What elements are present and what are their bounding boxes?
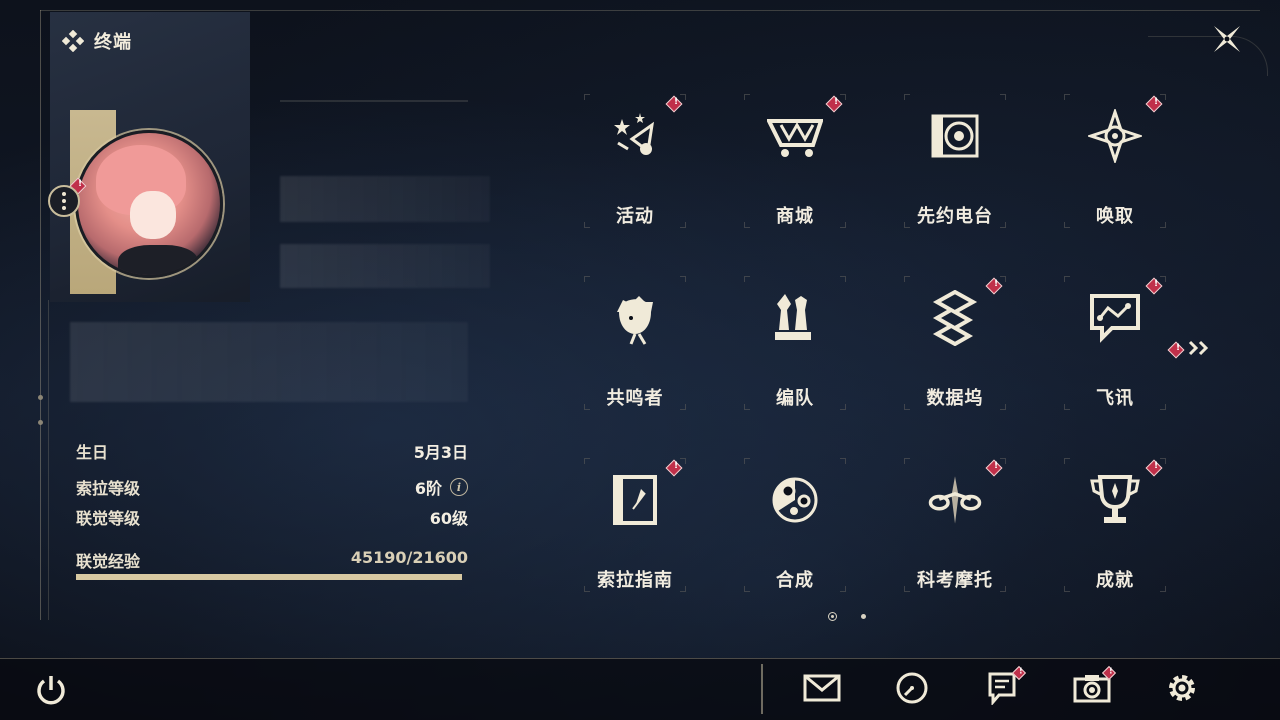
tile-label: 编队 [776, 388, 814, 409]
frame-left-line-inner [48, 300, 49, 620]
tile-motorbike[interactable]: 科考摩托 [904, 458, 1006, 592]
sola-level-label: 索拉等级 [76, 479, 141, 498]
bottom-divider [761, 664, 763, 714]
camera-icon [1073, 673, 1111, 707]
double-chevron-right-icon [1188, 340, 1210, 360]
tile-resonators[interactable]: 共鸣者 [584, 276, 686, 410]
motorbike-icon [927, 472, 983, 528]
tile-shop[interactable]: 商城 [744, 94, 846, 228]
message-bubble-icon [1087, 290, 1143, 346]
convene-star-icon [1087, 108, 1143, 164]
close-x-icon [1210, 22, 1244, 60]
sola-level-value-group: 6阶 i [415, 475, 468, 499]
trophy-icon [1087, 472, 1143, 528]
sync-exp-row: 联觉经验 45190/21600 [76, 548, 468, 572]
sync-level-value: 60级 [429, 509, 468, 528]
frame-top-line [40, 10, 1260, 11]
resonator-portrait-icon [607, 290, 663, 346]
power-button[interactable] [34, 673, 68, 707]
tile-achievements[interactable]: 成就 [1064, 458, 1166, 592]
tile-label: 合成 [776, 570, 814, 591]
tile-team[interactable]: 编队 [744, 276, 846, 410]
birthday-label: 生日 [76, 443, 109, 462]
tile-label: 飞讯 [1096, 388, 1134, 409]
radio-disc-icon [927, 108, 983, 164]
page-indicator [828, 612, 866, 621]
sync-level-row: 联觉等级 60级 [76, 502, 468, 532]
tile-label: 成就 [1096, 570, 1134, 591]
team-chess-icon [767, 290, 823, 346]
close-button[interactable] [1204, 18, 1250, 64]
tile-radio[interactable]: 先约电台 [904, 94, 1006, 228]
page-title: 终端 [94, 32, 132, 53]
header: 终端 [62, 28, 132, 54]
birthday-value: 5月3日 [413, 443, 468, 462]
birthday-row: 生日 5月3日 [76, 436, 468, 466]
data-bank-icon [927, 290, 983, 346]
synthesis-icon [767, 472, 823, 528]
notice-icon [987, 671, 1017, 709]
page-dot-1[interactable] [828, 612, 837, 621]
sync-exp-bar-fill [76, 574, 462, 580]
tile-label: 活动 [616, 206, 654, 227]
alert-icon [665, 459, 683, 477]
settings-button[interactable] [1162, 670, 1202, 710]
alert-icon [985, 277, 1003, 295]
tile-label: 唤取 [1096, 206, 1134, 227]
alert-icon [1145, 95, 1163, 113]
profile-stats: 生日 5月3日 索拉等级 6阶 i 联觉等级 60级 [76, 436, 468, 532]
notice-button[interactable] [982, 665, 1027, 710]
clock-icon [895, 671, 929, 709]
avatar[interactable] [75, 130, 223, 278]
activity-stars-icon [607, 108, 663, 164]
frame-left-line [40, 10, 41, 620]
tile-data-bank[interactable]: 数据坞 [904, 276, 1006, 410]
tile-activity[interactable]: 活动 [584, 94, 686, 228]
shop-cart-icon [767, 108, 823, 164]
mail-icon [803, 674, 841, 706]
tile-label: 共鸣者 [606, 388, 664, 409]
sync-exp-bar [76, 574, 462, 580]
tile-synthesis[interactable]: 合成 [744, 458, 846, 592]
alert-icon [1167, 341, 1185, 359]
more-vertical-icon[interactable] [48, 185, 80, 217]
camera-button[interactable] [1072, 665, 1117, 710]
mail-button[interactable] [802, 670, 842, 710]
frame-dots [36, 395, 46, 445]
alert-icon [1145, 277, 1163, 295]
alert-icon [1145, 459, 1163, 477]
power-icon [34, 676, 68, 711]
alert-icon [985, 459, 1003, 477]
tile-label: 商城 [776, 206, 814, 227]
settings-gear-icon [1164, 670, 1200, 710]
player-uid-redacted [280, 244, 490, 288]
tile-label: 数据坞 [926, 388, 984, 409]
sola-level-value: 6阶 [414, 479, 442, 498]
sync-exp-value: 45190/21600 [350, 548, 468, 567]
diamond-cluster-icon [62, 30, 84, 52]
feature-menu-grid: 活动 商城 先约电台 [584, 94, 1184, 594]
guidebook-icon [607, 472, 663, 528]
tile-label: 科考摩托 [917, 570, 993, 591]
tile-label: 先约电台 [917, 206, 993, 227]
name-underline [280, 100, 468, 102]
tile-convene[interactable]: 唤取 [1064, 94, 1166, 228]
alert-icon [825, 95, 843, 113]
next-page-button[interactable] [1167, 340, 1210, 360]
tile-label: 索拉指南 [597, 570, 673, 591]
signature-redacted[interactable] [70, 322, 468, 402]
tile-messages[interactable]: 飞讯 [1064, 276, 1166, 410]
page-dot-2[interactable] [861, 614, 866, 619]
sync-exp-label: 联觉经验 [76, 552, 141, 571]
sola-level-row: 索拉等级 6阶 i [76, 472, 468, 502]
tile-guidebook[interactable]: 索拉指南 [584, 458, 686, 592]
clock-button[interactable] [892, 670, 932, 710]
sync-level-label: 联觉等级 [76, 509, 141, 528]
info-icon[interactable]: i [450, 478, 468, 496]
player-name-redacted [280, 176, 490, 222]
alert-icon [665, 95, 683, 113]
